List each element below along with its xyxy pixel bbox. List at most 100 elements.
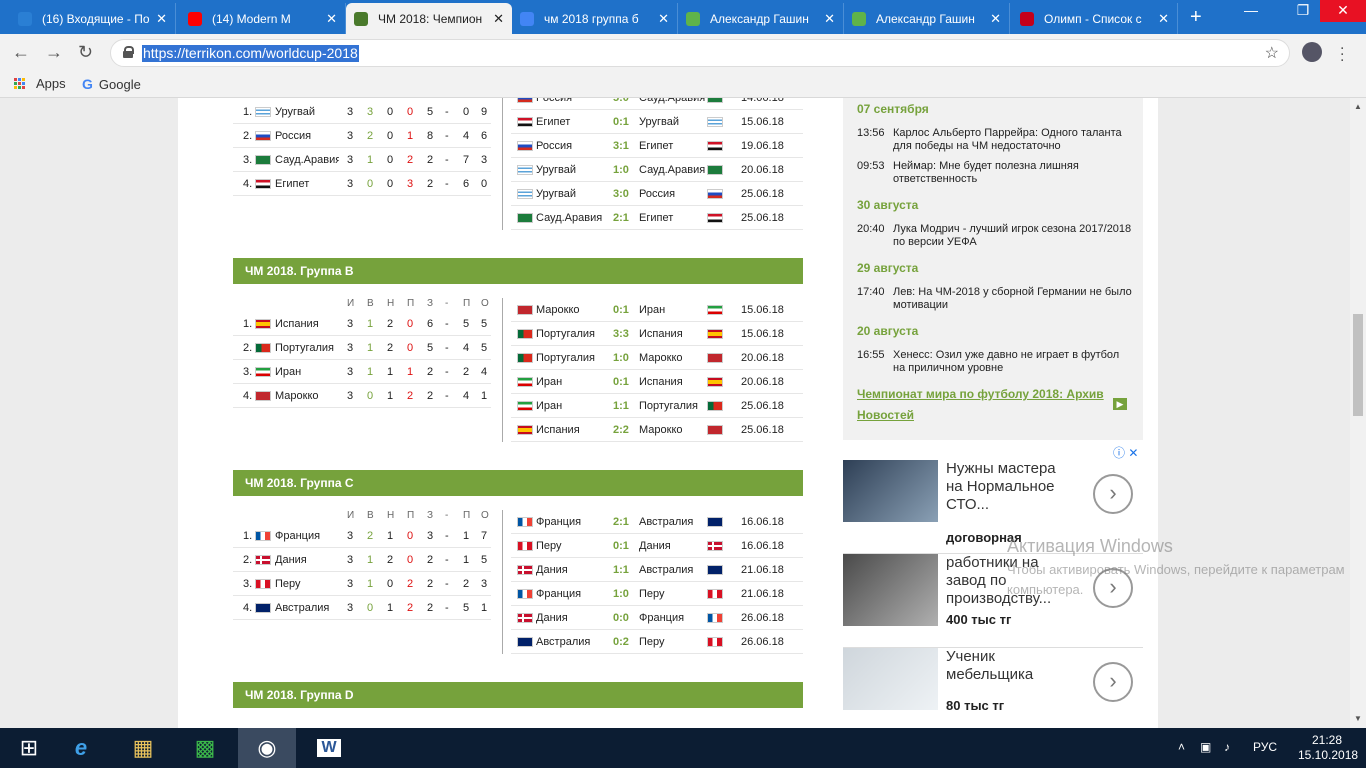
match-row[interactable]: Португалия 3:3 Испания 15.06.18 bbox=[511, 322, 803, 346]
bookmark-apps[interactable]: Apps bbox=[14, 76, 66, 91]
ad-item[interactable]: Ученик мебельщика 80 тыс тг › bbox=[843, 648, 1143, 728]
standings-row[interactable]: 2. Португалия 3 1 2 0 5-4 5 bbox=[233, 336, 491, 360]
team-name[interactable]: Уругвай bbox=[275, 106, 339, 118]
away-team[interactable]: Перу bbox=[639, 636, 665, 648]
match-score[interactable]: 3:3 bbox=[613, 328, 629, 340]
scroll-up-icon[interactable]: ▲ bbox=[1354, 102, 1362, 111]
store-icon[interactable]: ▩ bbox=[176, 728, 234, 768]
match-score[interactable]: 1:1 bbox=[613, 400, 629, 412]
team-name[interactable]: Франция bbox=[275, 530, 339, 542]
standings-row[interactable]: 1. Испания 3 1 2 0 6- 5 5 bbox=[233, 312, 491, 336]
team-name[interactable]: Испания bbox=[275, 318, 339, 330]
network-icon[interactable]: ▣ bbox=[1200, 740, 1211, 754]
standings-row[interactable]: 1. Франция 3 2 1 0 3-1 7 bbox=[233, 524, 491, 548]
match-row[interactable]: Испания 2:2 Марокко 25.06.18 bbox=[511, 418, 803, 442]
close-icon[interactable]: ✕ bbox=[658, 11, 669, 27]
match-score[interactable]: 1:0 bbox=[613, 588, 629, 600]
match-row[interactable]: Россия 5:0 Сауд.Аравия 14.06.18 bbox=[511, 98, 803, 110]
home-team[interactable]: Франция bbox=[536, 588, 581, 600]
standings-row[interactable]: 2. Россия 3 2 0 1 8- 4 6 bbox=[233, 124, 491, 148]
match-row[interactable]: Франция 2:1 Австралия 16.06.18 bbox=[511, 510, 803, 534]
word-icon[interactable]: W bbox=[300, 728, 358, 768]
home-team[interactable]: Австралия bbox=[536, 636, 590, 648]
match-row[interactable]: Португалия 1:0 Марокко 20.06.18 bbox=[511, 346, 803, 370]
back-icon[interactable]: ← bbox=[12, 42, 30, 63]
bookmark-google[interactable]: G Google bbox=[82, 76, 141, 92]
match-score[interactable]: 0:1 bbox=[613, 116, 629, 128]
news-headline[interactable]: Лука Модрич - лучший игрок сезона 2017/2… bbox=[893, 223, 1133, 249]
match-score[interactable]: 0:0 bbox=[613, 612, 629, 624]
away-team[interactable]: Португалия bbox=[639, 400, 698, 412]
chevron-right-icon[interactable]: › bbox=[1093, 474, 1133, 514]
team-name[interactable]: Марокко bbox=[275, 390, 339, 402]
match-row[interactable]: Иран 1:1 Португалия 25.06.18 bbox=[511, 394, 803, 418]
away-team[interactable]: Россия bbox=[639, 188, 675, 200]
tab-5[interactable]: Александр Гашин ✕ bbox=[678, 3, 844, 34]
arrow-right-icon[interactable]: ▶ bbox=[1113, 398, 1127, 410]
match-score[interactable]: 3:1 bbox=[613, 140, 629, 152]
away-team[interactable]: Уругвай bbox=[639, 116, 679, 128]
team-name[interactable]: Португалия bbox=[275, 342, 339, 354]
home-team[interactable]: Дания bbox=[536, 612, 568, 624]
away-team[interactable]: Египет bbox=[639, 212, 673, 224]
tab-4[interactable]: чм 2018 группа б ✕ bbox=[512, 3, 678, 34]
match-score[interactable]: 1:1 bbox=[613, 564, 629, 576]
standings-row[interactable]: 3. Перу 3 1 0 2 2-2 3 bbox=[233, 572, 491, 596]
standings-row[interactable]: 1. Уругвай 3 3 0 0 5-0 9 bbox=[233, 100, 491, 124]
close-icon[interactable]: ✕ bbox=[493, 11, 504, 27]
home-team[interactable]: Сауд.Аравия bbox=[536, 212, 602, 224]
away-team[interactable]: Перу bbox=[639, 588, 665, 600]
close-icon[interactable]: ✕ bbox=[326, 11, 337, 27]
internet-explorer-icon[interactable]: e bbox=[52, 728, 110, 768]
reload-icon[interactable]: ↻ bbox=[78, 42, 93, 63]
team-name[interactable]: Дания bbox=[275, 554, 339, 566]
ad-info-icon[interactable]: ⓘ ✕ bbox=[1113, 444, 1138, 461]
tab-6[interactable]: Александр Гашин ✕ bbox=[844, 3, 1010, 34]
standings-row[interactable]: 4. Марокко 3 0 1 2 2-4 1 bbox=[233, 384, 491, 408]
match-score[interactable]: 1:0 bbox=[613, 352, 629, 364]
match-row[interactable]: Перу 0:1 Дания 16.06.18 bbox=[511, 534, 803, 558]
url-text[interactable]: https://terrikon.com/worldcup-2018 bbox=[142, 45, 359, 62]
team-name[interactable]: Иран bbox=[275, 366, 339, 378]
archive-link[interactable]: Чемпионат мира по футболу 2018: Архив Но… bbox=[857, 384, 1107, 426]
file-explorer-icon[interactable]: ▦ bbox=[114, 728, 172, 768]
match-score[interactable]: 0:1 bbox=[613, 540, 629, 552]
tray-chevron-icon[interactable]: ˄ bbox=[1178, 740, 1185, 754]
home-team[interactable]: Иран bbox=[536, 376, 562, 388]
standings-row[interactable]: 4. Австралия 3 0 1 2 2-5 1 bbox=[233, 596, 491, 620]
language-indicator[interactable]: РУС bbox=[1253, 740, 1277, 754]
forward-icon[interactable]: → bbox=[45, 42, 63, 63]
match-score[interactable]: 3:0 bbox=[613, 188, 629, 200]
match-row[interactable]: Сауд.Аравия 2:1 Египет 25.06.18 bbox=[511, 206, 803, 230]
team-name[interactable]: Россия bbox=[275, 130, 339, 142]
news-headline[interactable]: Хенесс: Озил уже давно не играет в футбо… bbox=[893, 349, 1133, 375]
scroll-down-icon[interactable]: ▼ bbox=[1354, 714, 1362, 723]
away-team[interactable]: Австралия bbox=[639, 516, 693, 528]
home-team[interactable]: Испания bbox=[536, 424, 580, 436]
match-row[interactable]: Марокко 0:1 Иран 15.06.18 bbox=[511, 298, 803, 322]
news-headline[interactable]: Лев: На ЧМ-2018 у сборной Германии не бы… bbox=[893, 286, 1133, 312]
volume-icon[interactable]: ♪ bbox=[1224, 740, 1230, 754]
match-score[interactable]: 2:1 bbox=[613, 212, 629, 224]
close-icon[interactable]: ✕ bbox=[824, 11, 835, 27]
address-bar[interactable]: https://terrikon.com/worldcup-2018 ☆ bbox=[110, 39, 1290, 67]
match-row[interactable]: Уругвай 1:0 Сауд.Аравия 20.06.18 bbox=[511, 158, 803, 182]
away-team[interactable]: Сауд.Аравия bbox=[639, 164, 705, 176]
home-team[interactable]: Португалия bbox=[536, 328, 595, 340]
home-team[interactable]: Уругвай bbox=[536, 188, 576, 200]
home-team[interactable]: Перу bbox=[536, 540, 562, 552]
scroll-thumb[interactable] bbox=[1353, 314, 1363, 416]
team-name[interactable]: Перу bbox=[275, 578, 339, 590]
match-score[interactable]: 0:1 bbox=[613, 376, 629, 388]
news-headline[interactable]: Карлос Альберто Паррейра: Одного таланта… bbox=[893, 127, 1133, 153]
close-icon[interactable]: ✕ bbox=[1158, 11, 1169, 27]
profile-avatar[interactable] bbox=[1302, 42, 1322, 62]
away-team[interactable]: Франция bbox=[639, 612, 684, 624]
chrome-icon[interactable]: ◉ bbox=[238, 728, 296, 768]
away-team[interactable]: Египет bbox=[639, 140, 673, 152]
chevron-right-icon[interactable]: › bbox=[1093, 662, 1133, 702]
match-score[interactable]: 1:0 bbox=[613, 164, 629, 176]
home-team[interactable]: Дания bbox=[536, 564, 568, 576]
away-team[interactable]: Иран bbox=[639, 304, 665, 316]
match-row[interactable]: Дания 0:0 Франция 26.06.18 bbox=[511, 606, 803, 630]
